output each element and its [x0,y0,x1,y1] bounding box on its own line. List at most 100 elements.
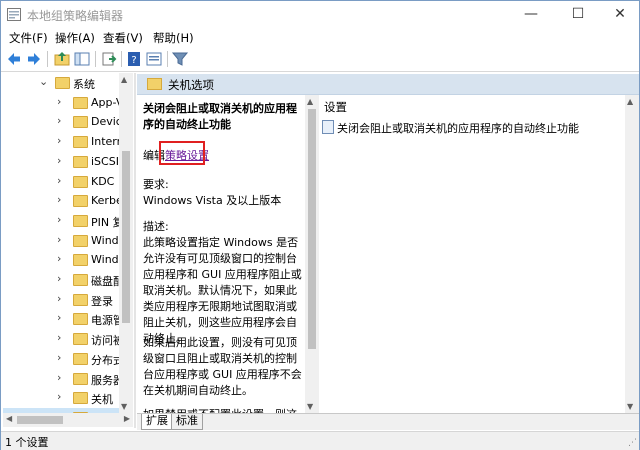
tree-item-label: Intern [91,135,119,149]
folder-icon [73,333,88,346]
scroll-right-icon[interactable]: ▶ [124,414,130,423]
tree-item-label: 关机 [91,393,113,407]
scroll-down-icon[interactable]: ▼ [627,402,633,411]
tree-item-label: Windo [91,253,119,267]
chevron-right-icon[interactable]: › [57,134,61,147]
view-tabs: 扩展 标准 [137,413,639,430]
chevron-right-icon[interactable]: › [57,233,61,246]
scroll-thumb[interactable] [122,151,130,323]
folder-icon [73,195,88,208]
chevron-right-icon[interactable]: › [57,114,61,127]
settings-scrollbar[interactable]: ▲ ▼ [625,95,639,413]
setting-row[interactable]: 关闭会阻止或取消关机的应用程序的自动终止功能 [322,118,622,136]
description-paragraph-2: 如果启用此设置，则没有可见顶级窗口且阻止或取消关机的控制台应用程序或 GUI 应… [143,336,302,397]
menu-help[interactable]: 帮助(H) [153,30,194,46]
tab-extended[interactable]: 扩展 [141,414,173,430]
description-scrollbar[interactable]: ▲ ▼ [305,95,319,413]
scroll-down-icon[interactable]: ▼ [307,402,313,411]
tree-item-label: iSCSI [91,154,119,168]
tree-item-label: Windo [91,233,119,247]
chevron-right-icon[interactable]: › [57,351,61,364]
chevron-right-icon[interactable]: › [57,213,61,226]
folder-icon [73,274,88,286]
close-icon: ✕ [614,6,626,22]
tree-pane: ⌄系统›App-V›Device›Intern›iSCSI›KDC›Kerbe›… [3,73,119,413]
scroll-thumb[interactable] [308,109,316,349]
up-folder-icon[interactable] [53,50,71,68]
policy-setting-icon [322,120,334,134]
tree-item[interactable]: › 访问被 [3,329,119,349]
tree-item[interactable]: › Intern [3,132,119,152]
folder-icon [73,214,88,227]
menu-file[interactable]: 文件(F) [9,30,48,46]
menu-action[interactable]: 操作(A) [55,30,95,46]
group-policy-app-icon [7,8,21,21]
tree-item-label: Kerbe [91,194,119,208]
maximize-button[interactable]: ☐ [555,1,601,29]
tree-item-label: 登录 [91,294,113,308]
tree-item[interactable]: › 磁盘配 [3,270,119,290]
tree-item-label: 电源管 [91,314,119,328]
maximize-icon: ☐ [571,6,585,22]
tree-vertical-scrollbar[interactable]: ▲ ▼ [119,73,133,413]
resize-grip-icon[interactable]: ⋰ [628,438,637,448]
tree-item[interactable]: › Device [3,112,119,132]
folder-icon [73,136,88,149]
show-hide-tree-icon[interactable] [73,50,91,68]
close-button[interactable]: ✕ [601,1,639,29]
tree-item[interactable]: › KDC [3,172,119,192]
chevron-right-icon[interactable]: › [57,174,61,187]
export-list-icon[interactable] [101,50,119,68]
back-icon[interactable] [5,50,23,68]
scroll-up-icon[interactable]: ▲ [121,75,127,84]
scroll-down-icon[interactable]: ▼ [121,402,127,411]
title-bar: 本地组策略编辑器 — ☐ ✕ [1,1,639,29]
chevron-right-icon[interactable]: › [57,311,61,324]
toolbar: ? [1,47,639,72]
menu-view[interactable]: 查看(V) [103,30,143,46]
tree-item[interactable]: › 分布式 [3,349,119,369]
folder-icon [73,175,88,188]
scroll-up-icon[interactable]: ▲ [627,97,633,106]
tree-item[interactable]: ⌄ 系统 [3,73,119,93]
chevron-right-icon[interactable]: › [57,154,61,167]
scroll-thumb[interactable] [17,416,63,424]
chevron-right-icon[interactable]: › [57,95,61,108]
chevron-right-icon[interactable]: › [57,272,61,285]
tree-item[interactable]: › Windo [3,250,119,270]
tree-item[interactable]: › 服务器 [3,369,119,389]
filter-icon[interactable] [171,50,189,68]
tree-item[interactable]: › Kerbe [3,191,119,211]
forward-icon[interactable] [25,50,43,68]
tab-standard[interactable]: 标准 [171,414,203,430]
scroll-up-icon[interactable]: ▲ [307,97,313,106]
pane-splitter[interactable] [134,73,136,428]
tree-item[interactable]: › PIN 复 [3,211,119,231]
chevron-right-icon[interactable]: › [57,252,61,265]
tree-item[interactable]: › App-V [3,93,119,113]
properties-view-icon[interactable] [145,50,163,68]
chevron-right-icon[interactable]: › [57,193,61,206]
chevron-right-icon[interactable]: › [57,292,61,305]
folder-icon [147,78,162,90]
chevron-down-icon[interactable]: ⌄ [39,75,48,88]
chevron-right-icon[interactable]: › [57,331,61,344]
tree-item-label: App-V [91,95,119,109]
tree-horizontal-scrollbar[interactable]: ◀ ▶ [3,413,133,427]
tree-item[interactable]: › Windo [3,231,119,251]
tree-item[interactable]: › iSCSI [3,152,119,172]
chevron-right-icon[interactable]: › [57,390,61,403]
settings-column-header[interactable]: 设置 [324,99,347,115]
tree-item[interactable]: › 电源管 [3,309,119,329]
tree-item[interactable]: › 关机 [3,388,119,408]
right-pane-header: 关机选项 [137,74,639,95]
scroll-left-icon[interactable]: ◀ [6,414,12,423]
policy-title: 关闭会阻止或取消关机的应用程序的自动终止功能 [143,102,297,131]
tree-item-label: 访问被 [91,334,119,348]
highlight-box [159,141,205,165]
help-icon[interactable]: ? [125,50,143,68]
tree-item[interactable]: › 登录 [3,290,119,310]
chevron-right-icon[interactable]: › [57,371,61,384]
minimize-button[interactable]: — [508,1,554,29]
toolbar-separator [121,51,122,67]
